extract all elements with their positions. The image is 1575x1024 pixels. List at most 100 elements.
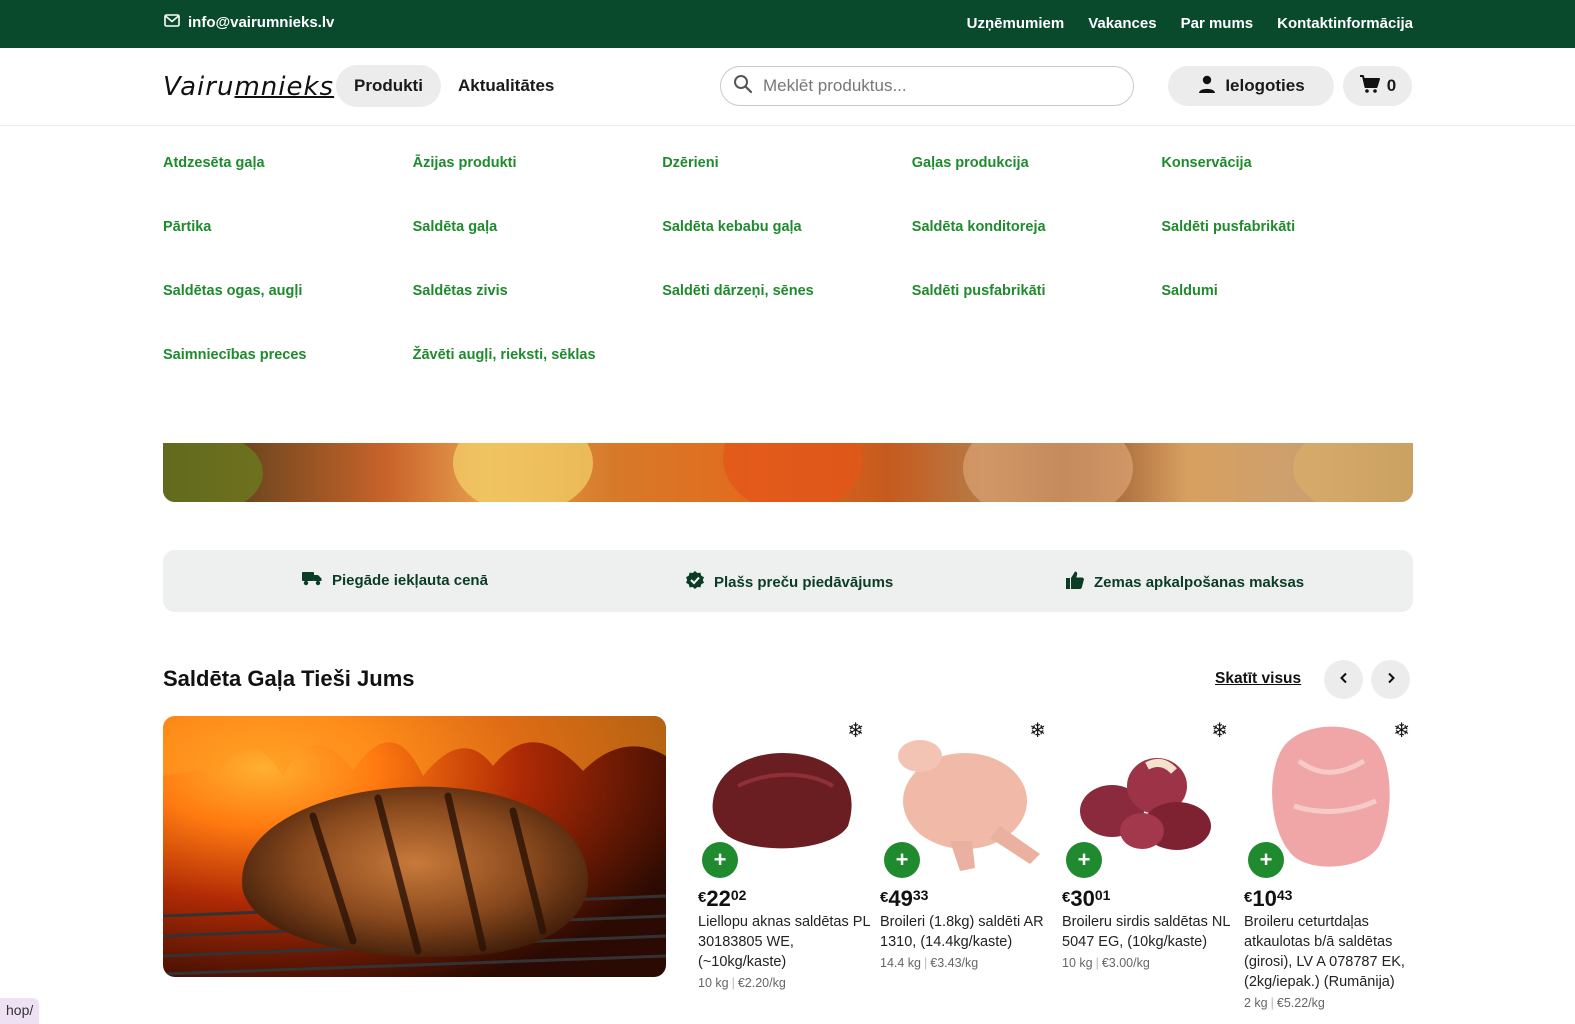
product-unit-price: €5.22/kg: [1276, 996, 1325, 1010]
feature-label: Zemas apkalpošanas maksas: [1094, 573, 1305, 591]
feature-fees: Zemas apkalpošanas maksas: [1065, 570, 1304, 594]
thumbs-up-icon: [1065, 570, 1085, 594]
product-unit-price: €3.00/kg: [1101, 956, 1150, 970]
feature-range: Plašs preču piedāvājums: [685, 570, 893, 594]
price-currency: €: [880, 889, 889, 906]
snowflake-icon: ❄: [847, 720, 864, 742]
truck-icon: [301, 570, 323, 590]
category-menu: Atdzesēta gaļa Āzijas produkti Dzērieni …: [163, 155, 1413, 411]
category-link[interactable]: Konservācija: [1161, 155, 1411, 219]
product-name[interactable]: Broileru ceturtdaļas atkaulotas b/ā sald…: [1244, 912, 1416, 992]
product-weight: 10 kg: [698, 976, 729, 990]
promo-banner[interactable]: [163, 443, 1413, 502]
chevron-left-icon: [1338, 671, 1350, 689]
price-whole: 30: [1070, 886, 1095, 911]
product-info: Liellopu aknas saldētas PL 30183805 WE, …: [698, 912, 870, 991]
price-whole: 10: [1252, 886, 1277, 911]
user-icon: [1197, 74, 1217, 99]
mail-icon: [164, 14, 180, 31]
main-header: Vairumnieks Produkti Aktualitātes Ielogo…: [0, 48, 1575, 126]
product-price: €22 02: [698, 886, 746, 912]
product-name[interactable]: Liellopu aknas saldētas PL 30183805 WE, …: [698, 912, 870, 972]
category-link[interactable]: Saldēti pusfabrikāti: [1161, 219, 1411, 283]
add-to-cart-button[interactable]: +: [1248, 842, 1284, 878]
product-info: Broileru ceturtdaļas atkaulotas b/ā sald…: [1244, 912, 1416, 1011]
link-about[interactable]: Par mums: [1181, 15, 1254, 32]
product-weight: 2 kg: [1244, 996, 1268, 1010]
link-companies[interactable]: Uzņēmumiem: [967, 15, 1065, 32]
snowflake-icon: ❄: [1029, 720, 1046, 742]
search-input[interactable]: [763, 76, 1103, 96]
price-currency: €: [1062, 889, 1071, 906]
link-contacts[interactable]: Kontaktinformācija: [1277, 15, 1413, 32]
cart-button[interactable]: 0: [1343, 66, 1412, 106]
search-bar[interactable]: [720, 66, 1134, 106]
product-name[interactable]: Broileri (1.8kg) saldēti AR 1310, (14.4k…: [880, 912, 1052, 952]
product-price: €30 01: [1062, 886, 1110, 912]
snowflake-icon: ❄: [1393, 720, 1410, 742]
cart-icon: [1359, 74, 1381, 99]
category-link[interactable]: Saldumi: [1161, 283, 1411, 347]
hero-image[interactable]: [163, 716, 666, 977]
category-link[interactable]: Gaļas produkcija: [912, 155, 1162, 219]
price-cents: 02: [730, 887, 747, 903]
product-meta: 2 kg | €5.22/kg: [1244, 996, 1325, 1010]
category-link[interactable]: Saimniecības preces: [163, 347, 413, 411]
search-icon: [733, 74, 753, 99]
feature-label: Piegāde iekļauta cenā: [332, 571, 488, 589]
section-title: Saldēta Gaļa Tieši Jums: [163, 666, 415, 691]
login-label: Ielogoties: [1225, 76, 1305, 95]
carousel-next-button[interactable]: [1371, 660, 1410, 699]
carousel-prev-button[interactable]: [1324, 660, 1363, 699]
logo[interactable]: Vairumnieks: [163, 72, 334, 102]
category-link[interactable]: Āzijas produkti: [413, 155, 663, 219]
product-unit-price: €3.43/kg: [930, 956, 979, 970]
category-link[interactable]: Dzērieni: [662, 155, 912, 219]
product-meta: 10 kg | €3.00/kg: [1062, 956, 1150, 970]
product-price: €10 43: [1244, 886, 1292, 912]
product-meta: 14.4 kg | €3.43/kg: [880, 956, 979, 970]
features-bar: Piegāde iekļauta cenā Plašs preču piedāv…: [163, 550, 1413, 612]
category-link[interactable]: Žāvēti augļi, rieksti, sēklas: [413, 347, 663, 411]
category-link[interactable]: Saldēta gaļa: [413, 219, 663, 283]
feature-label: Plašs preču piedāvājums: [714, 573, 894, 591]
product-info: Broileru sirdis saldētas NL 5047 EG, (10…: [1062, 912, 1234, 971]
price-cents: 01: [1094, 887, 1111, 903]
status-url-hint: hop/: [0, 998, 40, 1024]
verified-badge-icon: [685, 570, 705, 594]
product-unit-price: €2.20/kg: [737, 976, 786, 990]
price-currency: €: [1244, 889, 1253, 906]
product-info: Broileri (1.8kg) saldēti AR 1310, (14.4k…: [880, 912, 1052, 971]
price-whole: 49: [888, 886, 913, 911]
nav-news-link[interactable]: Aktualitātes: [440, 65, 572, 107]
cart-count: 0: [1386, 76, 1397, 95]
category-link[interactable]: Saldēta konditoreja: [912, 219, 1162, 283]
category-link[interactable]: Saldēti pusfabrikāti: [912, 283, 1162, 347]
chevron-right-icon: [1385, 671, 1397, 689]
category-link[interactable]: Saldēti dārzeņi, sēnes: [662, 283, 912, 347]
price-cents: 33: [912, 887, 929, 903]
nav-products-button[interactable]: Produkti: [336, 65, 441, 107]
product-name[interactable]: Broileru sirdis saldētas NL 5047 EG, (10…: [1062, 912, 1234, 952]
category-link[interactable]: Pārtika: [163, 219, 413, 283]
add-to-cart-button[interactable]: +: [884, 842, 920, 878]
category-link[interactable]: Saldēta kebabu gaļa: [662, 219, 912, 283]
category-link[interactable]: Atdzesēta gaļa: [163, 155, 413, 219]
category-link[interactable]: Saldētas ogas, augļi: [163, 283, 413, 347]
add-to-cart-button[interactable]: +: [1066, 842, 1102, 878]
email-link[interactable]: info@vairumnieks.lv: [164, 14, 334, 31]
login-button[interactable]: Ielogoties: [1168, 66, 1334, 106]
top-bar: info@vairumnieks.lv Uzņēmumiem Vakances …: [0, 0, 1575, 48]
product-price: €49 33: [880, 886, 928, 912]
product-weight: 14.4 kg: [880, 956, 922, 970]
price-currency: €: [698, 889, 707, 906]
snowflake-icon: ❄: [1211, 720, 1228, 742]
product-weight: 10 kg: [1062, 956, 1093, 970]
view-all-link[interactable]: Skatīt visus: [1215, 670, 1301, 688]
price-cents: 43: [1276, 887, 1293, 903]
email-text: info@vairumnieks.lv: [188, 14, 335, 31]
category-link[interactable]: Saldētas zivis: [413, 283, 663, 347]
link-vacancies[interactable]: Vakances: [1088, 15, 1156, 32]
add-to-cart-button[interactable]: +: [702, 842, 738, 878]
price-whole: 22: [706, 886, 731, 911]
